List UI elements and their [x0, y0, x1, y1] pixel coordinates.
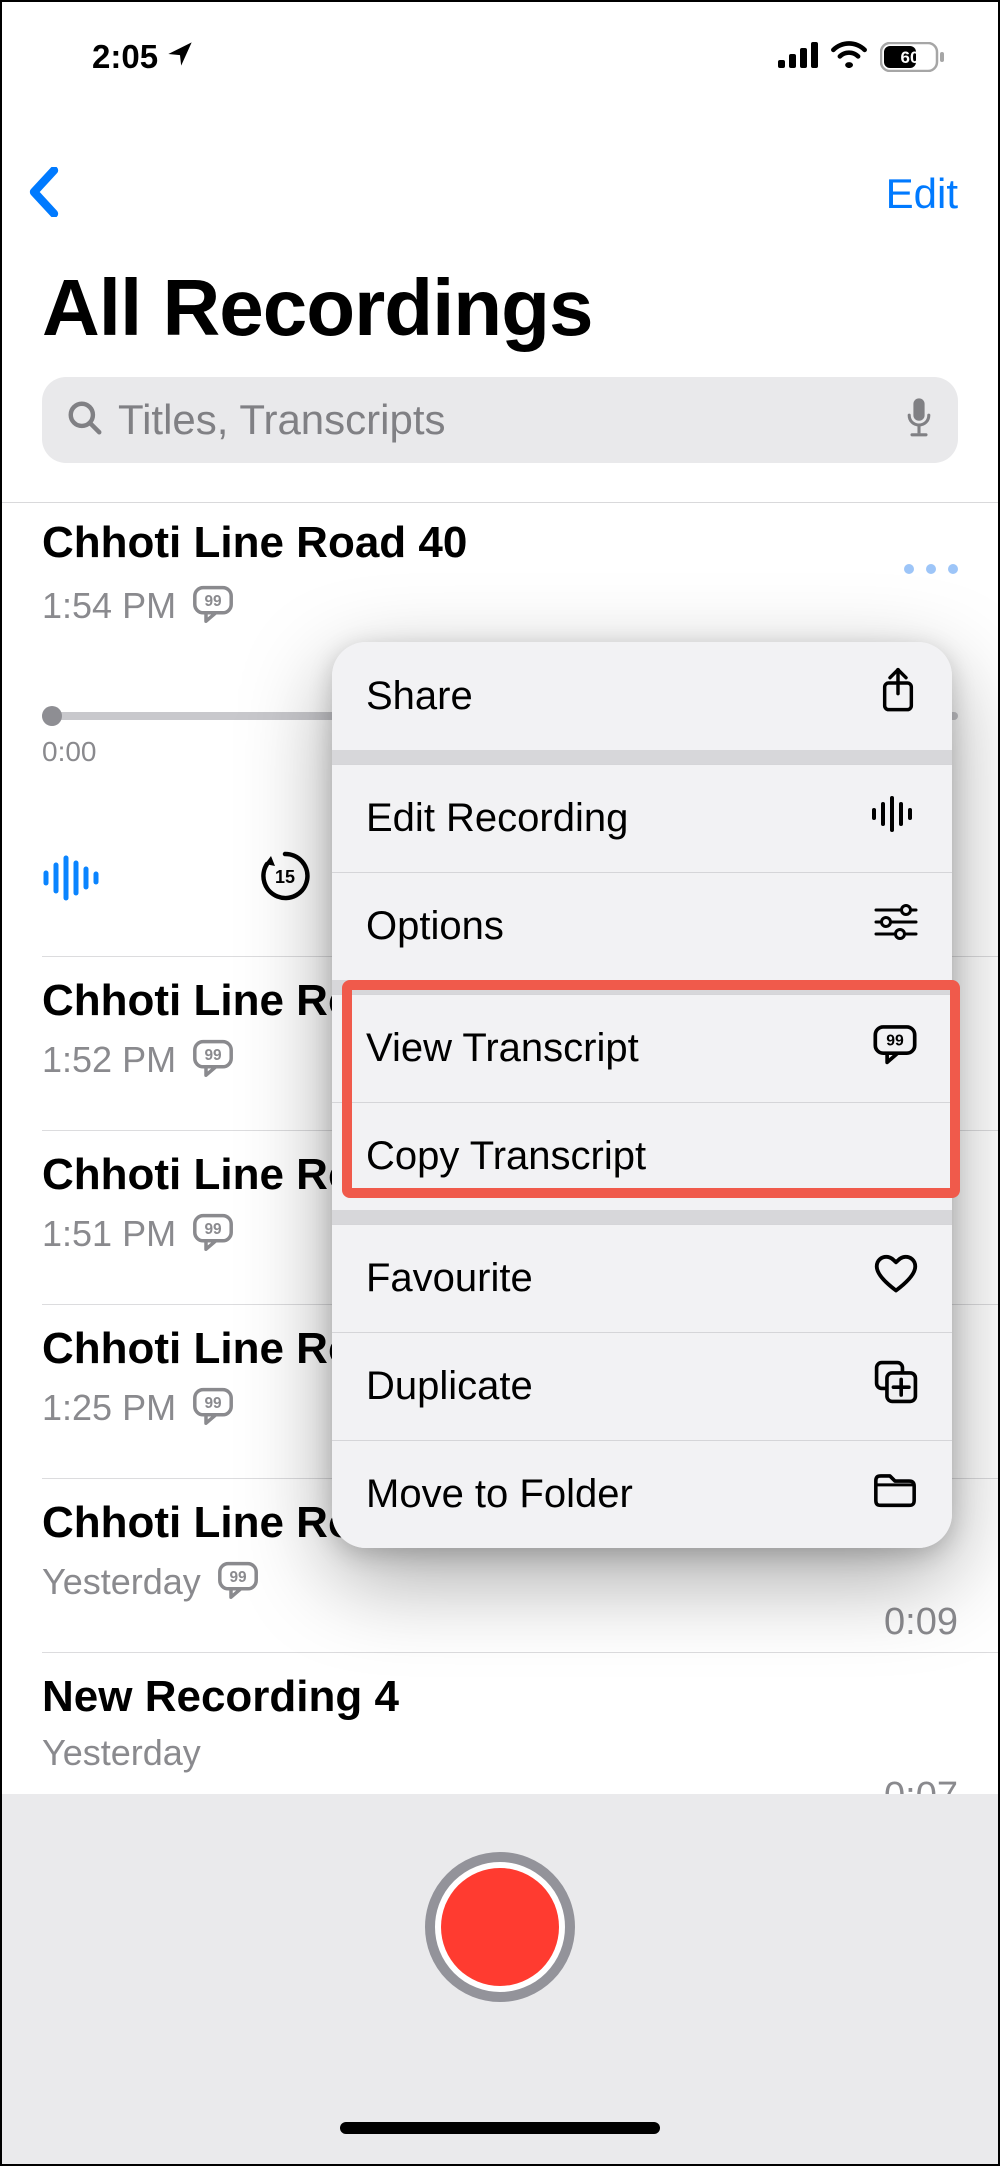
svg-text:99: 99	[205, 593, 222, 610]
dot-icon	[926, 564, 936, 574]
recording-time: Yesterday	[42, 1561, 201, 1603]
transcript-icon: 99	[217, 1558, 259, 1605]
menu-label: Move to Folder	[366, 1472, 633, 1517]
menu-favourite[interactable]: Favourite	[332, 1224, 952, 1332]
status-right: 60	[778, 38, 946, 76]
share-icon	[878, 667, 918, 725]
record-button[interactable]	[425, 1852, 575, 2002]
waveform-icon	[870, 796, 918, 842]
svg-text:15: 15	[274, 867, 294, 887]
slider-thumb[interactable]	[42, 706, 62, 726]
svg-text:99: 99	[886, 1032, 904, 1049]
menu-label: Duplicate	[366, 1364, 533, 1409]
divider	[2, 502, 998, 503]
transcript-icon: 99	[872, 1023, 918, 1075]
menu-copy-transcript[interactable]: Copy Transcript	[332, 1102, 952, 1210]
more-button[interactable]	[904, 564, 958, 574]
context-menu: Share Edit Recording Options View Transc…	[332, 642, 952, 1548]
menu-separator	[332, 750, 952, 764]
menu-duplicate[interactable]: Duplicate	[332, 1332, 952, 1440]
waveform-button[interactable]	[42, 853, 100, 903]
recording-expanded[interactable]: Chhoti Line Road 40 1:54 PM 99	[42, 518, 958, 629]
menu-view-transcript[interactable]: View Transcript 99	[332, 994, 952, 1102]
svg-text:99: 99	[205, 1221, 222, 1238]
wifi-icon	[830, 38, 868, 76]
status-bar: 2:05 60	[2, 2, 998, 112]
divider	[42, 1652, 998, 1653]
mic-icon[interactable]	[904, 397, 934, 444]
status-left: 2:05	[92, 38, 194, 76]
menu-label: View Transcript	[366, 1026, 639, 1071]
recording-title: New Recording 4	[42, 1672, 958, 1722]
recording-time: 1:25 PM	[42, 1387, 176, 1429]
recording-time: 1:54 PM	[42, 585, 176, 627]
search-placeholder: Titles, Transcripts	[118, 396, 890, 444]
home-indicator[interactable]	[340, 2122, 660, 2134]
search-icon	[66, 399, 104, 442]
back-button[interactable]	[27, 167, 61, 222]
recording-subrow: 1:54 PM 99	[42, 582, 958, 629]
menu-label: Favourite	[366, 1256, 533, 1301]
menu-edit-recording[interactable]: Edit Recording	[332, 764, 952, 872]
dot-icon	[948, 564, 958, 574]
recording-duration: 0:09	[884, 1601, 958, 1644]
recording-title: Chhoti Line Road 40	[42, 518, 958, 568]
transcript-icon: 99	[192, 582, 234, 629]
menu-label: Copy Transcript	[366, 1134, 646, 1179]
status-time: 2:05	[92, 38, 158, 76]
recording-time: 1:51 PM	[42, 1213, 176, 1255]
menu-separator	[332, 980, 952, 994]
dot-icon	[904, 564, 914, 574]
transcript-icon: 99	[192, 1210, 234, 1257]
duplicate-icon	[874, 1360, 918, 1414]
recording-time: Yesterday	[42, 1732, 201, 1774]
svg-text:99: 99	[229, 1569, 246, 1586]
heart-icon	[874, 1254, 918, 1304]
cellular-icon	[778, 38, 818, 76]
folder-icon	[872, 1471, 918, 1519]
recording-time: 1:52 PM	[42, 1039, 176, 1081]
menu-separator	[332, 1210, 952, 1224]
edit-button[interactable]: Edit	[886, 170, 958, 218]
sliders-icon	[874, 904, 918, 950]
skip-back-button[interactable]: 15	[255, 846, 315, 911]
elapsed-time: 0:00	[42, 736, 97, 768]
location-icon	[166, 38, 194, 76]
transcript-icon: 99	[192, 1384, 234, 1431]
page-title: All Recordings	[42, 262, 593, 354]
transcript-icon: 99	[192, 1036, 234, 1083]
battery-text: 60	[901, 48, 920, 67]
menu-share[interactable]: Share	[332, 642, 952, 750]
menu-label: Options	[366, 904, 504, 949]
menu-move-folder[interactable]: Move to Folder	[332, 1440, 952, 1548]
bottom-toolbar	[2, 1794, 998, 2164]
svg-text:99: 99	[205, 1047, 222, 1064]
nav-bar: Edit	[2, 154, 998, 234]
menu-label: Share	[366, 674, 473, 719]
menu-label: Edit Recording	[366, 796, 628, 841]
search-bar[interactable]: Titles, Transcripts	[42, 377, 958, 463]
menu-options[interactable]: Options	[332, 872, 952, 980]
svg-text:99: 99	[205, 1395, 222, 1412]
record-icon	[441, 1868, 559, 1986]
battery-icon: 60	[880, 42, 946, 72]
